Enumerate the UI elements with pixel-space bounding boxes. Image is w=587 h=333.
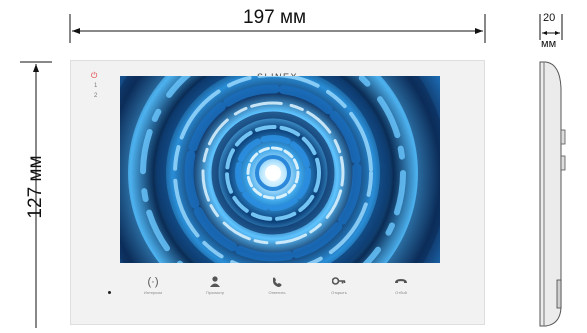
- handset-answer-icon: [257, 276, 297, 288]
- status-led: [108, 291, 111, 294]
- power-icon: ⏻: [91, 71, 98, 80]
- intercom-icon: (·): [147, 276, 159, 288]
- key-icon: [319, 276, 359, 288]
- monitor-label: Просмотр: [205, 290, 225, 295]
- hangup-label: Отбой: [395, 290, 407, 295]
- screen-wallpaper: [120, 76, 440, 263]
- display-screen: [120, 76, 440, 263]
- monitor-side-profile: [538, 58, 568, 328]
- indicator-2: 2: [94, 93, 98, 99]
- answer-label: Ответить: [268, 290, 286, 295]
- indicator-1: 1: [94, 83, 98, 89]
- width-label: 197 мм: [243, 7, 307, 28]
- unlock-label: Открыть: [331, 290, 347, 295]
- depth-label-top: 20: [543, 12, 556, 24]
- answer-button[interactable]: Ответить: [257, 276, 297, 295]
- monitor-front-panel: SLINEX ⏻ 1 2 (·) Интерком: [70, 60, 485, 325]
- monitor-button[interactable]: Просмотр: [195, 276, 235, 295]
- intercom-button[interactable]: (·) Интерком: [133, 276, 173, 295]
- hangup-button[interactable]: Отбой: [381, 276, 421, 295]
- intercom-label: Интерком: [143, 290, 163, 295]
- unlock-button[interactable]: Открыть: [319, 276, 359, 295]
- height-label: 127 мм: [25, 155, 46, 219]
- depth-label-bottom: мм: [541, 38, 557, 50]
- person-icon: [195, 276, 235, 288]
- handset-hangup-icon: [381, 276, 421, 288]
